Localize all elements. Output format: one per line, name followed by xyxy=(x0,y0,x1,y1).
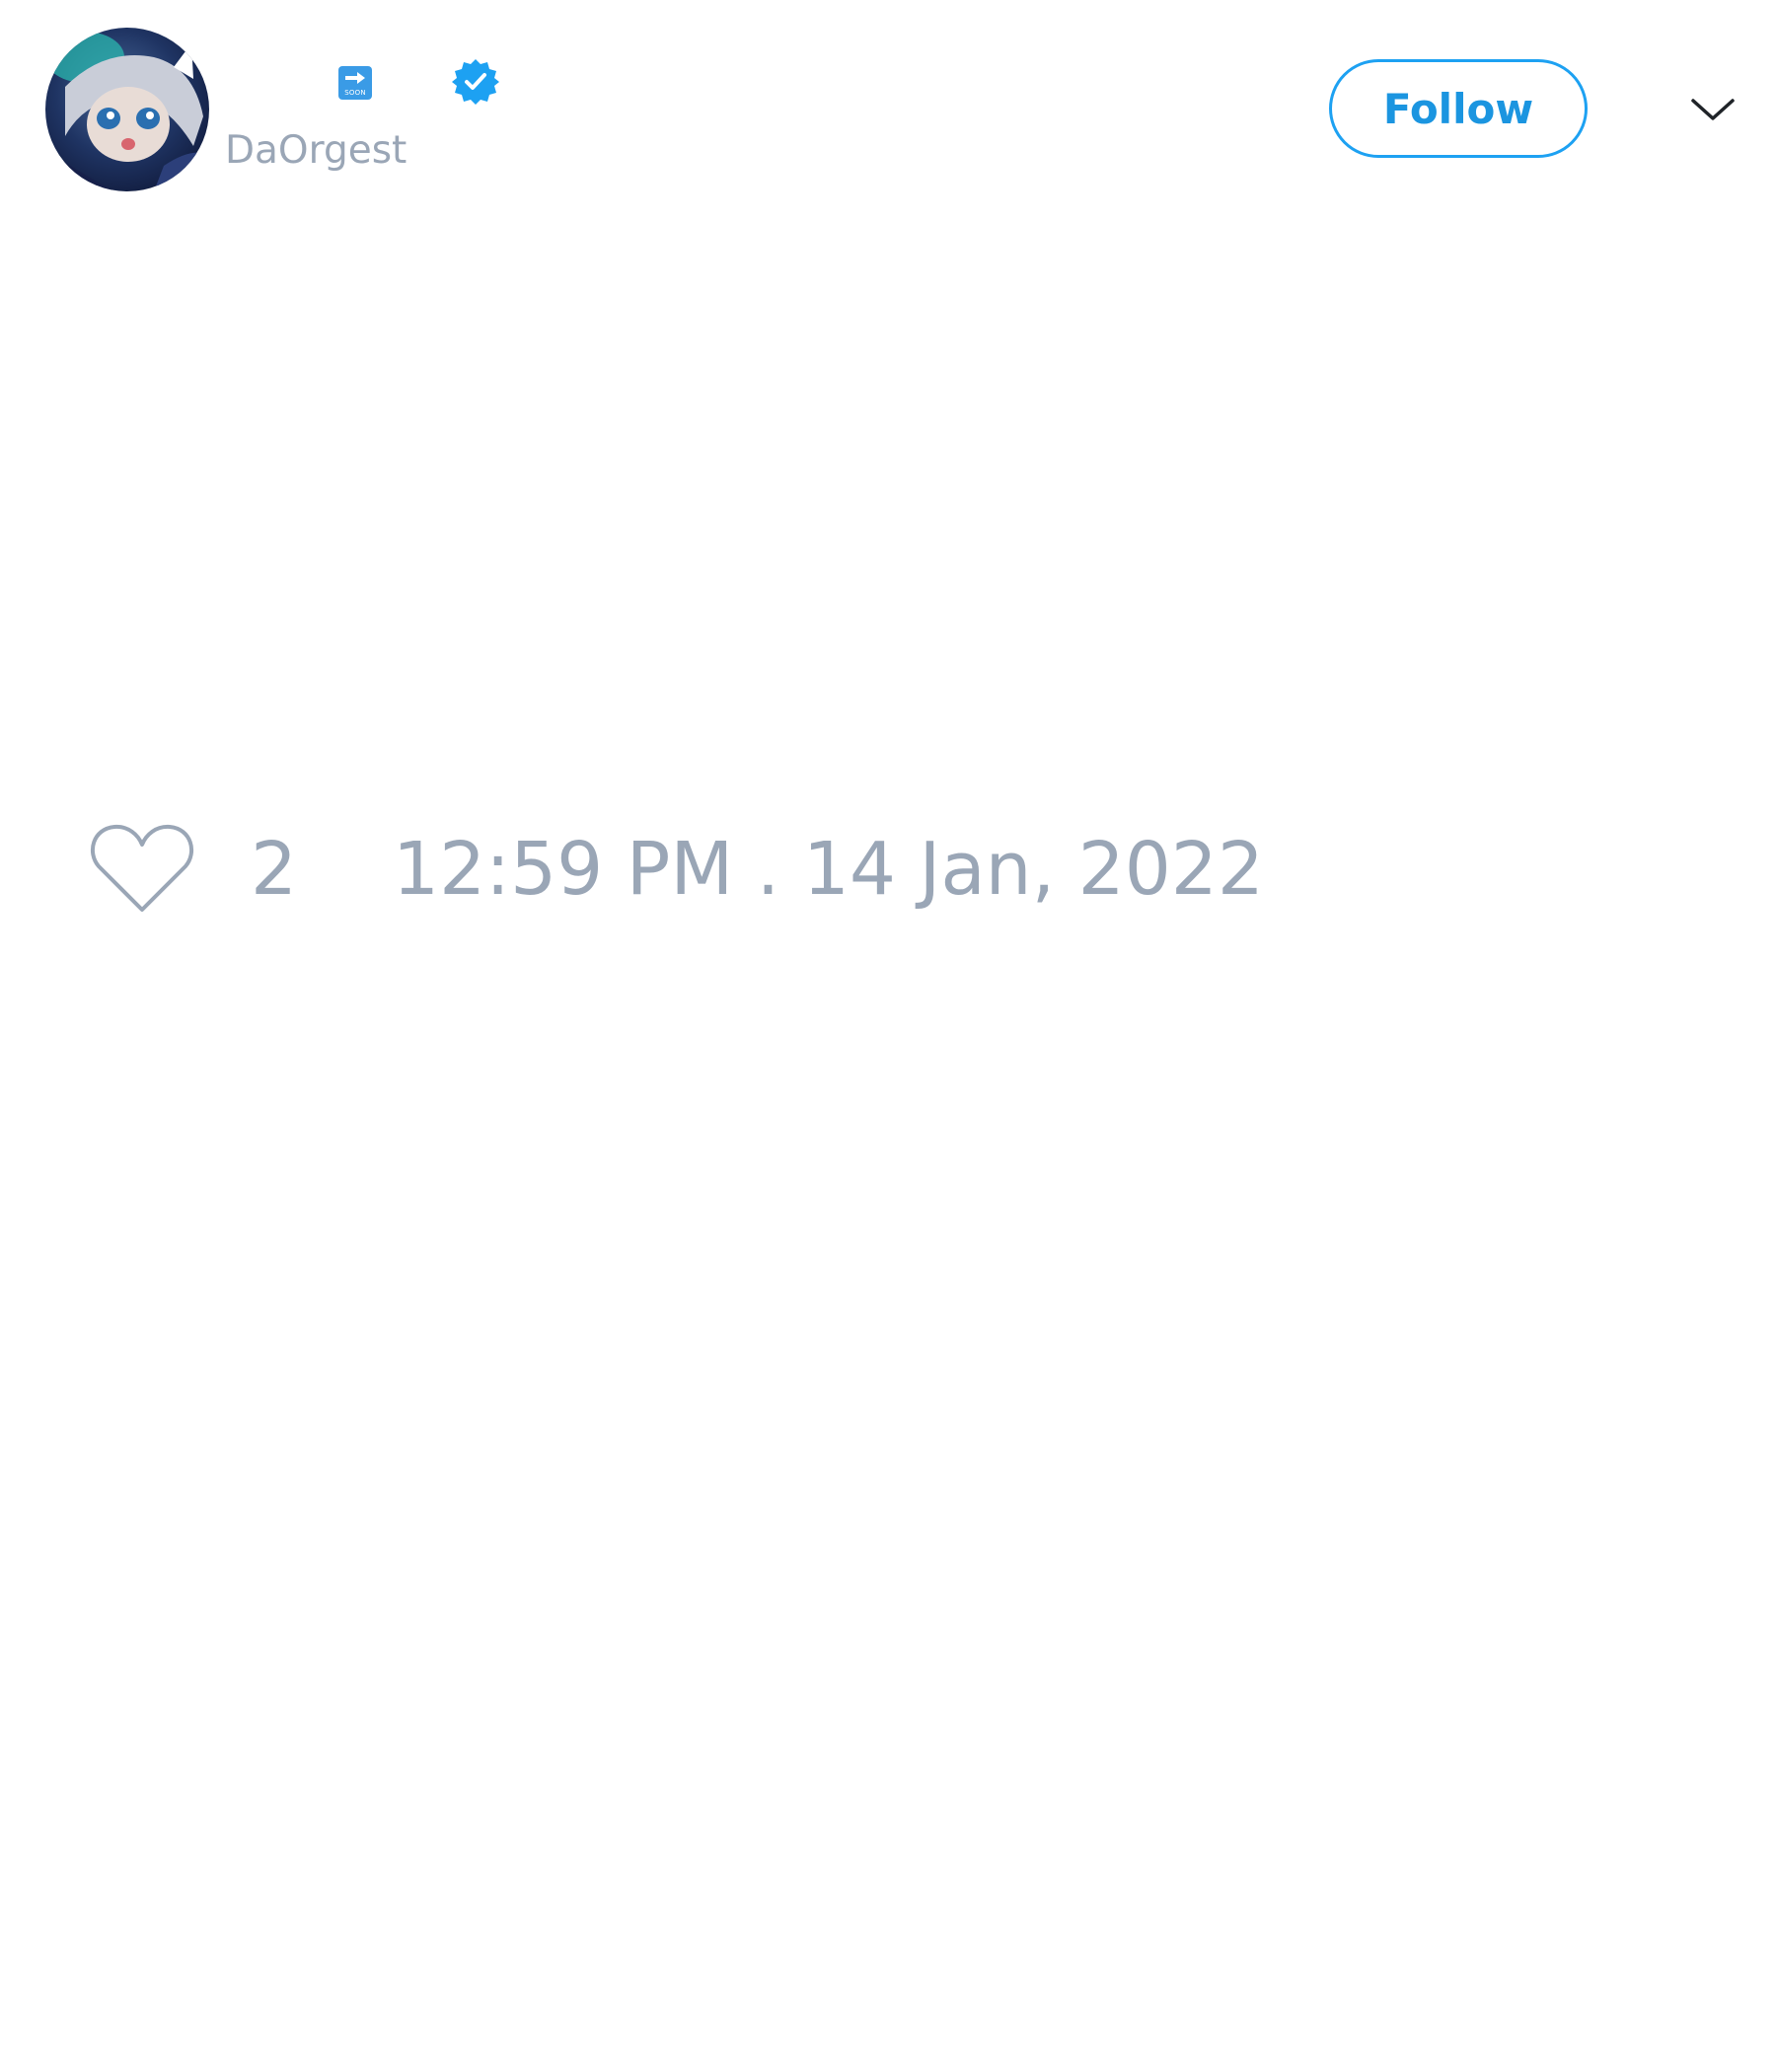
tweet-body xyxy=(45,227,1723,789)
follow-button[interactable]: Follow xyxy=(1329,59,1588,158)
tweet-footer: 2 12:59 PM . 14 Jan, 2022 xyxy=(89,819,1569,927)
user-handle[interactable]: DaOrgest xyxy=(225,126,407,176)
avatar-image xyxy=(45,28,209,191)
heart-icon[interactable] xyxy=(89,819,195,918)
like-count: 2 xyxy=(251,827,298,912)
avatar[interactable] xyxy=(45,28,209,191)
soon-badge-text: SOON xyxy=(344,89,366,97)
display-name-row[interactable]: SOON xyxy=(225,55,521,111)
tweet-timestamp[interactable]: 12:59 PM . 14 Jan, 2022 xyxy=(393,825,1264,914)
chevron-down-icon[interactable] xyxy=(1689,91,1737,130)
verified-badge-icon xyxy=(451,57,500,107)
soon-arrow-icon: SOON xyxy=(338,66,372,100)
